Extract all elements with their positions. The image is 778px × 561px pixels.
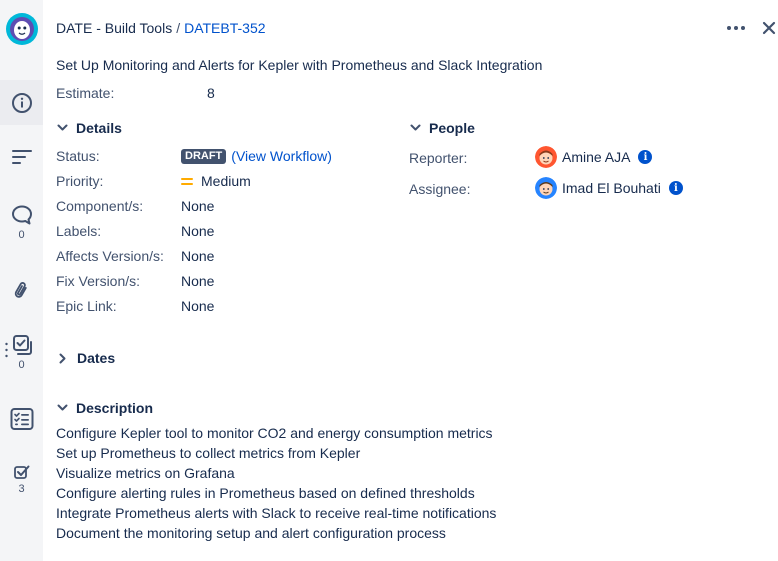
app-logo-icon[interactable] xyxy=(6,13,38,45)
dates-title: Dates xyxy=(77,350,116,366)
epic-link-label: Epic Link: xyxy=(56,298,117,314)
issue-key-link[interactable]: DATEBT-352 xyxy=(184,20,265,36)
checklist-tab[interactable] xyxy=(0,407,43,431)
status-badge: DRAFT xyxy=(181,148,227,164)
description-body[interactable]: Configure Kepler tool to monitor CO2 and… xyxy=(56,423,496,543)
fix-versions-value[interactable]: None xyxy=(181,273,214,289)
checkbox-icon xyxy=(13,465,29,479)
checklist-count: 3 xyxy=(18,483,25,495)
priority-value[interactable]: Medium xyxy=(181,173,251,189)
chevron-right-icon xyxy=(59,353,66,363)
breadcrumb: DATE - Build Tools / DATEBT-352 xyxy=(56,20,266,36)
comment-icon xyxy=(11,205,32,225)
description-line: Visualize metrics on Grafana xyxy=(56,465,235,481)
priority-medium-icon xyxy=(181,177,193,186)
assignee-value[interactable]: Imad El Bouhati i xyxy=(535,177,683,199)
assignee-name: Imad El Bouhati xyxy=(562,180,661,196)
chevron-down-icon xyxy=(57,404,68,411)
project-link[interactable]: DATE - Build Tools xyxy=(56,20,172,36)
estimate-label: Estimate: xyxy=(56,85,115,101)
reporter-label: Reporter: xyxy=(409,150,468,166)
info-icon xyxy=(11,92,32,113)
description-line: Configure Kepler tool to monitor CO2 and… xyxy=(56,425,493,441)
description-title: Description xyxy=(76,400,154,416)
reporter-value[interactable]: Amine AJA i xyxy=(535,146,653,168)
description-line: Document the monitoring setup and alert … xyxy=(56,525,446,541)
paperclip-icon xyxy=(14,282,27,298)
chevron-down-icon xyxy=(57,124,68,131)
close-icon[interactable] xyxy=(760,18,778,38)
assignee-avatar xyxy=(535,177,557,199)
breadcrumb-separator: / xyxy=(176,20,181,36)
lines-icon xyxy=(11,150,32,164)
subtasks-count: 0 xyxy=(18,359,25,371)
epic-link-value[interactable]: None xyxy=(181,298,214,314)
components-label: Component/s: xyxy=(56,198,144,214)
comments-tab[interactable]: 0 xyxy=(0,204,43,241)
more-icon[interactable] xyxy=(725,19,747,37)
estimate-value[interactable]: 8 xyxy=(207,85,215,101)
left-rail: 0 0 3 xyxy=(0,0,43,561)
reporter-avatar xyxy=(535,146,557,168)
subtasks-tab[interactable]: 0 xyxy=(0,334,43,371)
status-value: DRAFT (View Workflow) xyxy=(181,148,332,164)
description-line: Set up Prometheus to collect metrics fro… xyxy=(56,445,361,461)
details-title: Details xyxy=(76,120,122,136)
description-line: Configure alerting rules in Prometheus b… xyxy=(56,485,475,501)
issue-summary[interactable]: Set Up Monitoring and Alerts for Kepler … xyxy=(56,57,542,73)
fix-versions-label: Fix Version/s: xyxy=(56,273,141,289)
view-workflow-link[interactable]: (View Workflow) xyxy=(231,148,332,164)
description-toggle[interactable]: Description xyxy=(57,400,153,416)
comments-count: 0 xyxy=(18,229,25,241)
components-value[interactable]: None xyxy=(181,198,214,214)
details-tab[interactable] xyxy=(0,80,43,125)
affects-versions-value[interactable]: None xyxy=(181,248,214,264)
labels-value[interactable]: None xyxy=(181,223,214,239)
status-label: Status: xyxy=(56,148,100,164)
priority-label: Priority: xyxy=(56,173,104,189)
assignee-info-icon[interactable]: i xyxy=(668,181,683,195)
activity-tab[interactable] xyxy=(0,148,43,166)
assignee-label: Assignee: xyxy=(409,181,471,197)
chevron-down-icon xyxy=(410,124,421,131)
checklist-icon xyxy=(10,408,33,430)
affects-versions-label: Affects Version/s: xyxy=(56,248,164,264)
reporter-info-icon[interactable]: i xyxy=(638,150,653,164)
reporter-name: Amine AJA xyxy=(562,149,631,165)
attachments-tab[interactable] xyxy=(0,280,43,302)
details-toggle[interactable]: Details xyxy=(57,120,122,136)
subtasks-icon xyxy=(12,335,32,355)
dates-toggle[interactable]: Dates xyxy=(59,350,115,366)
people-toggle[interactable]: People xyxy=(410,120,475,136)
labels-label: Labels: xyxy=(56,223,102,239)
priority-text: Medium xyxy=(201,173,251,189)
description-line: Integrate Prometheus alerts with Slack t… xyxy=(56,505,497,521)
todo-tab[interactable]: 3 xyxy=(0,464,43,495)
people-title: People xyxy=(429,120,475,136)
